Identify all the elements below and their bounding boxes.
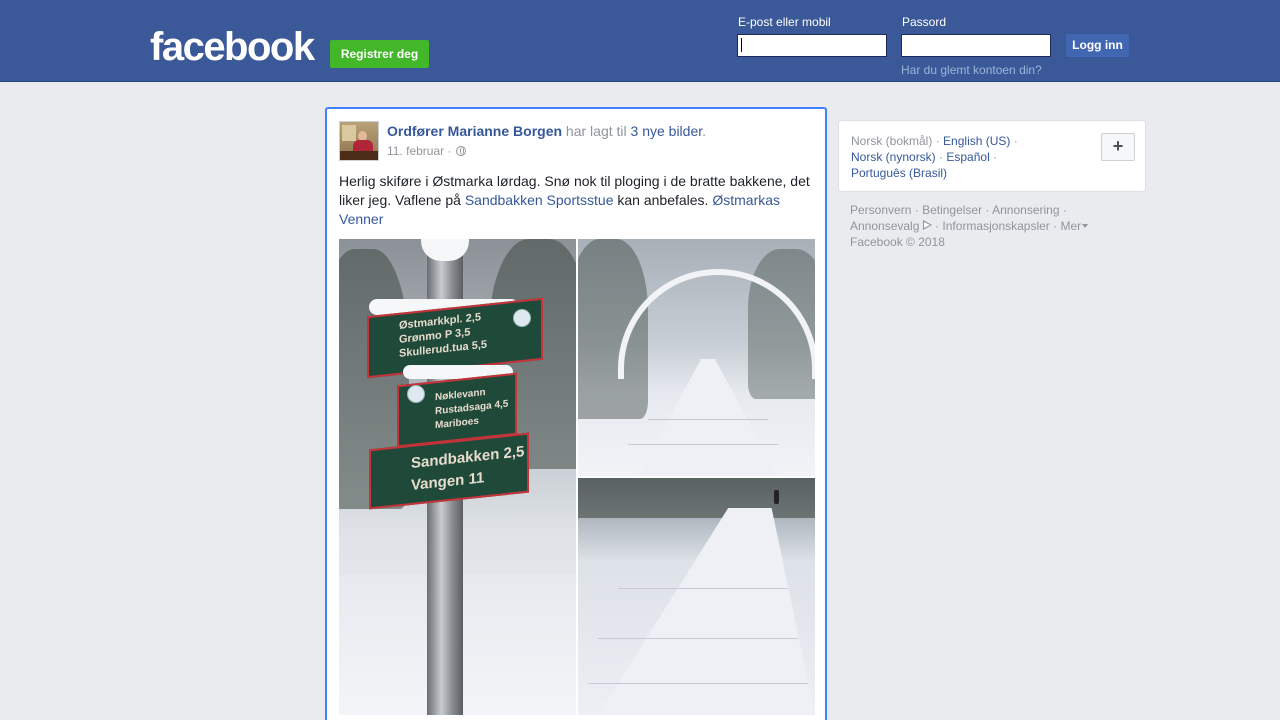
- footer-link-cookies[interactable]: Informasjonskapsler: [942, 219, 1049, 233]
- current-language: Norsk (bokmål): [851, 134, 933, 148]
- photos-link[interactable]: 3 nye bilder: [631, 123, 703, 139]
- signup-button[interactable]: Registrer deg: [330, 40, 429, 68]
- post-card: Ordfører Marianne Borgen har lagt til 3 …: [325, 107, 827, 720]
- globe-icon[interactable]: [455, 146, 466, 156]
- facebook-logo[interactable]: facebook: [150, 26, 315, 68]
- language-espanol[interactable]: Español: [946, 150, 989, 164]
- email-input[interactable]: [737, 34, 887, 57]
- plus-icon[interactable]: +: [1101, 133, 1135, 161]
- footer-link-ad-choices[interactable]: Annonsevalg: [850, 219, 919, 233]
- language-list: Norsk (bokmål) · English (US) · Norsk (n…: [851, 134, 1018, 180]
- post-date-link[interactable]: 11. februar: [387, 144, 444, 158]
- language-english-us[interactable]: English (US): [943, 134, 1010, 148]
- post-text: Herlig skiføre i Østmarka lørdag. Snø no…: [339, 172, 817, 229]
- footer-link-terms[interactable]: Betingelser: [922, 203, 982, 217]
- language-portugues-brasil[interactable]: Português (Brasil): [851, 166, 947, 180]
- password-label: Passord: [902, 15, 947, 29]
- meta-separator: ·: [447, 144, 452, 158]
- author-avatar[interactable]: [339, 121, 379, 161]
- post-text-part2: kan anbefales.: [617, 192, 709, 208]
- author-name-link[interactable]: Ordfører Marianne Borgen: [387, 123, 562, 139]
- footer-links: Personvern · Betingelser · Annonsering ·…: [850, 202, 1140, 250]
- footer-link-privacy[interactable]: Personvern: [850, 203, 911, 217]
- footer-link-more[interactable]: Mer: [1061, 219, 1082, 233]
- login-button[interactable]: Logg inn: [1065, 33, 1130, 58]
- language-norsk-nynorsk[interactable]: Norsk (nynorsk): [851, 150, 936, 164]
- email-label: E-post eller mobil: [738, 15, 831, 29]
- post-header-period: .: [702, 123, 707, 139]
- password-input[interactable]: [901, 34, 1051, 57]
- top-navigation-bar: facebook Registrer deg E-post eller mobi…: [0, 0, 1280, 82]
- post-meta: 11. februar ·: [387, 144, 466, 158]
- photo-forest-trail[interactable]: [578, 239, 815, 476]
- caret-down-icon[interactable]: [1082, 224, 1089, 228]
- post-header: Ordfører Marianne Borgen har lagt til 3 …: [387, 123, 706, 139]
- footer-link-advertising[interactable]: Annonsering: [992, 203, 1059, 217]
- copyright: Facebook © 2018: [850, 235, 945, 249]
- photo-ski-signs[interactable]: Østmarkkpl. 2,5 Grønmo P 3,5 Skullerud.t…: [339, 239, 576, 715]
- post-action-text: har lagt til: [565, 123, 627, 139]
- forgot-account-link[interactable]: Har du glemt kontoen din?: [901, 63, 1042, 77]
- text-cursor: [741, 38, 742, 52]
- photo-groomed-trail[interactable]: [578, 478, 815, 715]
- language-selector-box: Norsk (bokmål) · English (US) · Norsk (n…: [838, 120, 1146, 192]
- sandbakken-sportsstue-link[interactable]: Sandbakken Sportsstue: [465, 192, 614, 208]
- ad-choices-icon: [922, 220, 932, 230]
